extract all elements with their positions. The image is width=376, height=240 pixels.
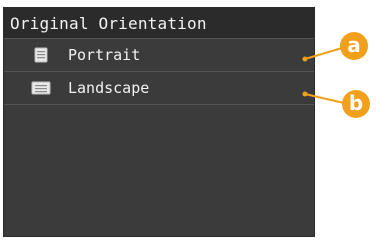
callout-b-leader xyxy=(302,91,345,104)
callout-b-badge: b xyxy=(342,90,370,118)
callout-a-badge: a xyxy=(340,32,368,60)
callout-b-label: b xyxy=(348,91,364,115)
callout-a-label: a xyxy=(347,33,361,57)
